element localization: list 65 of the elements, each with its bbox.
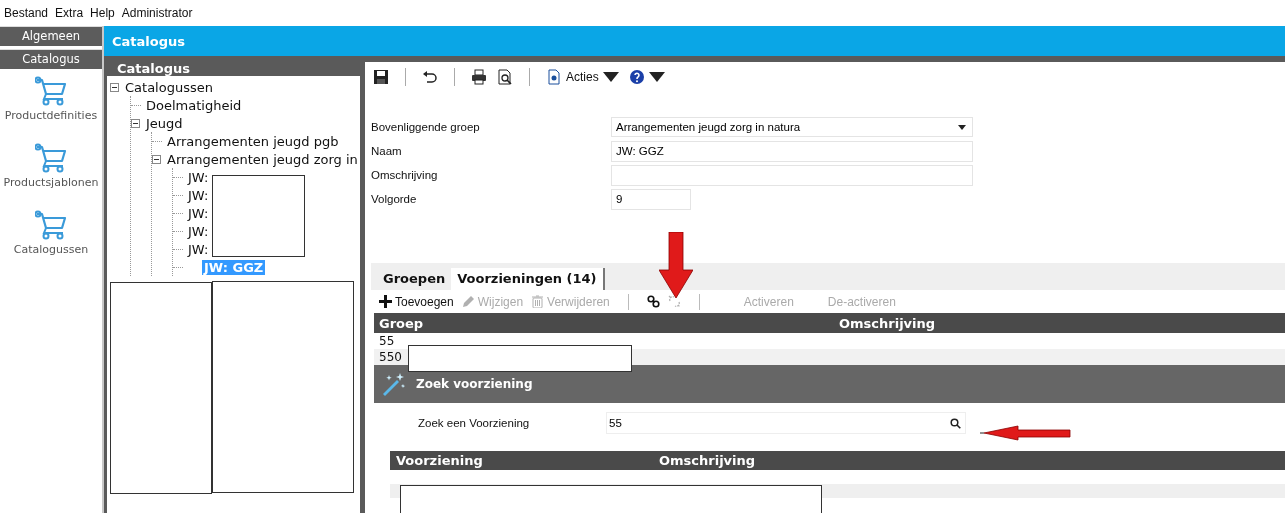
column-header: Groep	[379, 315, 425, 331]
cart-icon	[35, 76, 67, 106]
dropdown[interactable]: Arrangementen jeugd zorg in natura	[611, 117, 973, 137]
tree-item[interactable]: JW:	[186, 169, 211, 185]
panel-title: Catalogus	[116, 62, 191, 76]
tree-item[interactable]: JW:	[186, 241, 211, 257]
actions-button[interactable]: Acties	[546, 69, 619, 85]
field-label: Naam	[371, 145, 403, 157]
save-button[interactable]	[373, 69, 389, 85]
tree-item[interactable]: Arrangementen jeugd pgb	[165, 133, 341, 149]
caret-icon	[958, 124, 966, 130]
undo-icon	[422, 69, 438, 85]
tree-item[interactable]: Arrangementen jeugd zorg in	[165, 151, 360, 167]
undo-button[interactable]	[422, 69, 438, 85]
nav-item-label[interactable]: Productsjablonen	[3, 176, 99, 189]
document-icon	[546, 69, 562, 85]
menu-item[interactable]: Administrator	[121, 6, 193, 20]
search-field[interactable]: 55	[606, 412, 966, 434]
tree-item[interactable]: JW:	[186, 187, 211, 203]
plus-icon	[379, 295, 392, 308]
pencil-icon	[461, 295, 475, 308]
tab[interactable]: Voorzieningen (14)	[451, 268, 605, 290]
table-cell: 55	[379, 334, 395, 348]
table-cell: 550	[379, 350, 402, 364]
input-field[interactable]: JW: GGZ	[611, 140, 973, 162]
print-button[interactable]	[471, 69, 487, 85]
menu-item[interactable]: Bestand	[4, 6, 49, 20]
column-header: Voorziening	[396, 453, 484, 468]
field-label: Zoek een Voorziening	[417, 417, 531, 429]
nav-item-label[interactable]: Productdefinities	[4, 109, 98, 122]
add-button[interactable]: Toevoegen	[379, 294, 454, 309]
print-preview-icon	[497, 69, 513, 85]
cart-icon	[35, 210, 67, 240]
preview-button[interactable]	[497, 69, 513, 85]
tree-item[interactable]: JW:	[186, 205, 211, 221]
tree-item[interactable]: JW:	[186, 223, 211, 239]
tree-item[interactable]: Jeugd	[144, 115, 185, 131]
tree-item[interactable]: Doelmatigheid	[144, 97, 244, 113]
nav-item-label[interactable]: Catalogussen	[13, 243, 89, 256]
help-button[interactable]	[628, 69, 665, 85]
field-label: Volgorde	[371, 193, 418, 205]
search-icon	[950, 417, 961, 429]
tab[interactable]: Groepen	[377, 268, 452, 290]
cart-icon	[35, 143, 67, 173]
nav-section[interactable]: Algemeen	[0, 26, 102, 46]
printer-icon	[471, 69, 487, 85]
input-field[interactable]: 9	[611, 188, 691, 210]
header-title: Catalogus	[112, 33, 185, 49]
annotation-arrow	[659, 232, 693, 298]
column-header: Omschrijving	[839, 315, 937, 331]
nav-section[interactable]: Catalogus	[0, 49, 102, 69]
tree-item[interactable]: Catalogussen	[123, 79, 215, 95]
column-header: Omschrijving	[659, 453, 757, 468]
input-field[interactable]	[611, 164, 973, 186]
field-label: Bovenliggende groep	[371, 121, 481, 133]
field-label: Omschrijving	[371, 169, 439, 181]
menu-item[interactable]: Help	[90, 6, 115, 20]
dialog-title: Zoek voorziening	[416, 377, 533, 391]
menu-item[interactable]: Extra	[55, 6, 84, 20]
help-icon	[628, 69, 645, 85]
broken-chain-icon	[667, 295, 681, 308]
chain-link-icon	[646, 295, 660, 308]
save-icon	[373, 69, 389, 85]
trash-icon	[531, 295, 545, 308]
link-button[interactable]	[646, 295, 660, 308]
